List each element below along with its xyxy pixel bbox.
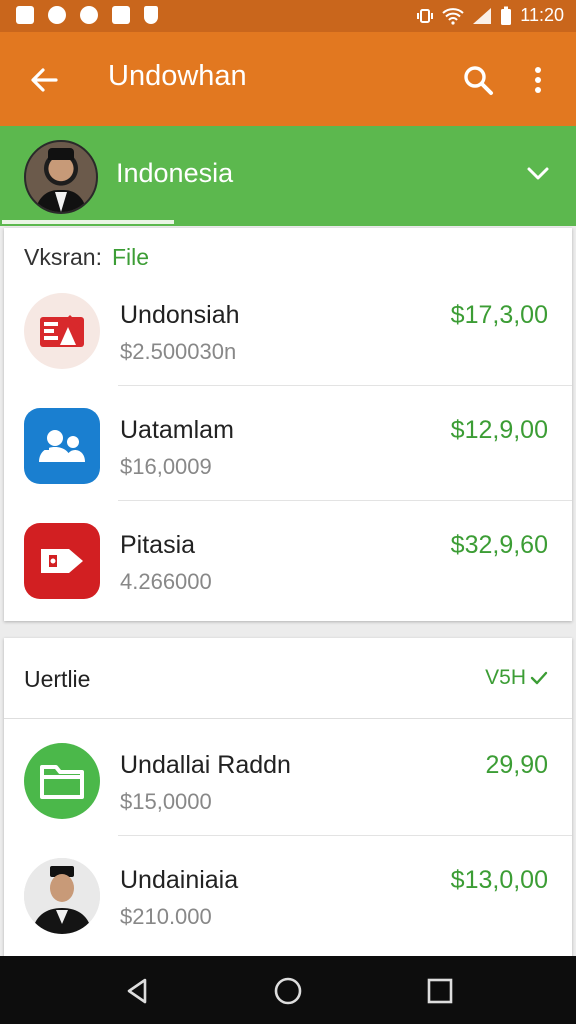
avatar (24, 140, 98, 214)
item-name: Uatamlam (120, 416, 234, 444)
notification-icon (16, 6, 34, 24)
item-amount: $12,9,00 (450, 416, 548, 444)
section-header: Vksran: File (24, 244, 149, 271)
more-vert-icon[interactable] (526, 62, 550, 98)
check-icon (530, 671, 548, 685)
contacts-icon (24, 408, 100, 484)
person-avatar (24, 858, 100, 934)
folder-icon (24, 743, 100, 819)
shield-icon (144, 6, 158, 24)
status-bar: 11:20 (0, 0, 576, 32)
section-card: Vksran: File Undonsiah $2.500030n $17,3,0… (4, 228, 572, 621)
item-amount: $17,3,00 (450, 301, 548, 329)
item-subtitle: $16,0009 (120, 454, 212, 479)
tab-indicator (2, 220, 174, 224)
item-subtitle: $210.000 (120, 904, 212, 929)
vibrate-icon (417, 8, 434, 23)
nav-recents-icon[interactable] (425, 976, 455, 1006)
item-name: Undainiaia (120, 866, 239, 894)
item-subtitle: $15,0000 (120, 789, 212, 814)
section-action[interactable]: V5H (485, 666, 548, 690)
list-item[interactable]: Undainiaia $210.000 $13,0,00 (4, 836, 572, 951)
list-item[interactable]: Uatamlam $16,0009 $12,9,00 (4, 386, 572, 501)
file-link[interactable]: File (112, 244, 149, 270)
back-arrow-icon[interactable] (26, 62, 62, 98)
section-action-label: V5H (485, 666, 526, 689)
list-item[interactable]: Undallai Raddn $15,0000 29,90 (4, 721, 572, 836)
item-name: Pitasia (120, 531, 196, 559)
circle-icon (48, 6, 66, 24)
chevron-down-icon[interactable] (526, 166, 550, 182)
item-name: Undonsiah (120, 301, 240, 329)
message-icon (80, 6, 98, 24)
item-subtitle: 4.266000 (120, 569, 212, 594)
navigation-bar (0, 956, 576, 1024)
signal-icon (473, 7, 492, 24)
tag-icon (24, 523, 100, 599)
country-selector[interactable]: Indonesia (0, 126, 576, 226)
search-icon[interactable] (460, 62, 496, 98)
app-title: Undowhan (108, 60, 247, 92)
country-name: Indonesia (116, 158, 234, 188)
divider (4, 718, 572, 719)
item-amount: $13,0,00 (450, 866, 548, 894)
item-amount: $32,9,60 (450, 531, 548, 559)
mail-icon (112, 6, 130, 24)
battery-icon (501, 6, 512, 25)
status-time: 11:20 (520, 5, 564, 25)
item-subtitle: $2.500030n (120, 339, 237, 364)
wifi-icon (442, 7, 464, 25)
app-bar: Undowhan (0, 32, 576, 126)
nav-back-icon[interactable] (123, 976, 153, 1006)
list-item[interactable]: Undonsiah $2.500030n $17,3,00 (4, 271, 572, 386)
list-item[interactable]: Pitasia 4.266000 $32,9,60 (4, 501, 572, 613)
item-name: Undallai Raddn (120, 751, 291, 779)
document-icon (24, 293, 100, 369)
section-label: Vksran: (24, 244, 102, 270)
nav-home-icon[interactable] (273, 976, 303, 1006)
section-card: Uertlie V5H Undallai Raddn $15,0000 29,9… (4, 638, 572, 968)
section-label: Uertlie (24, 666, 91, 692)
item-amount: 29,90 (485, 751, 548, 779)
